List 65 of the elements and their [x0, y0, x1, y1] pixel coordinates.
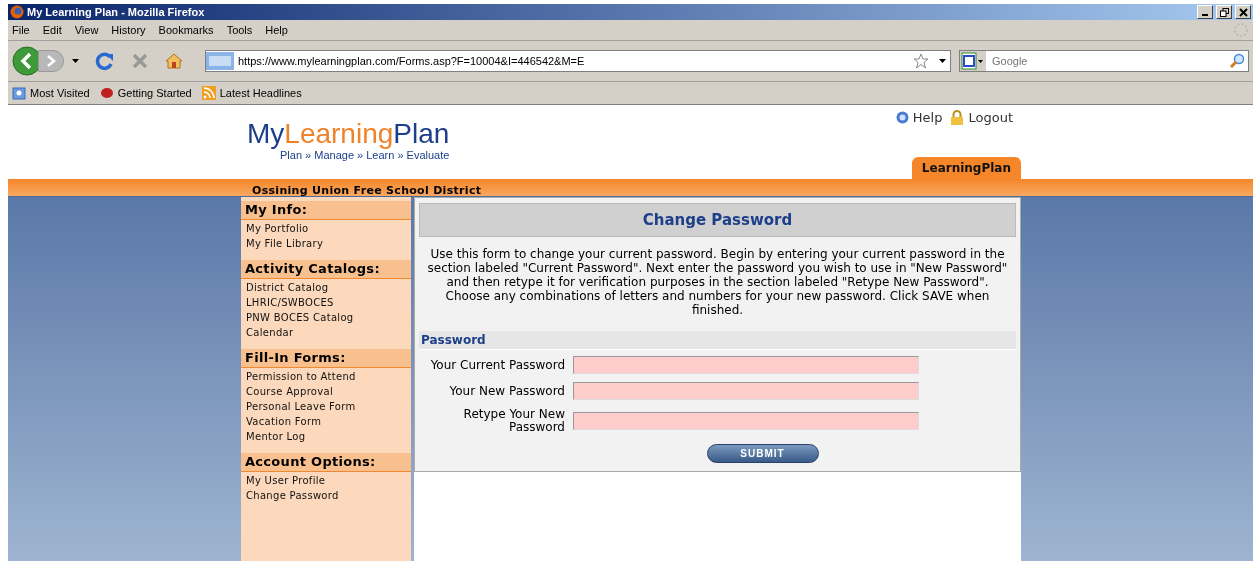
help-icon — [895, 111, 909, 124]
menu-item[interactable]: File — [12, 24, 30, 36]
dropdown-icon[interactable] — [939, 59, 946, 63]
site-tagline: Plan » Manage » Learn » Evaluate — [280, 149, 450, 161]
password-field[interactable] — [573, 382, 919, 400]
site-icon — [206, 52, 234, 70]
form-description: Use this form to change your current password. Begin by entering your current password in the section labeled "Current Password". Next enter the password you wish to use in "New Password" and then retype it for verification purposes in the section labeled "Retype New Password". Choose any combinations of letters and numbers for your new password. Click SAVE when finished. — [426, 247, 1009, 317]
bookmark-item[interactable]: Most Visited — [12, 86, 90, 100]
menu-item[interactable]: Help — [265, 24, 288, 36]
password-field[interactable] — [573, 412, 919, 430]
forward-button[interactable] — [38, 50, 64, 72]
header-link[interactable]: Logout — [950, 110, 1013, 125]
district-name: Ossining Union Free School District — [251, 184, 482, 197]
menu-item[interactable]: Tools — [226, 24, 253, 36]
close-button[interactable] — [1235, 5, 1251, 19]
home-icon[interactable] — [165, 52, 183, 70]
section-heading: Password — [419, 331, 1016, 350]
search-field[interactable]: Google — [959, 50, 1249, 72]
throbber-icon — [1233, 22, 1249, 38]
menu-item[interactable]: View — [74, 24, 99, 36]
sidebar-heading: My Info: — [241, 201, 411, 220]
field-label: Your New Password — [448, 384, 565, 398]
address-field[interactable]: https://www.mylearningplan.com/Forms.asp?F=10004&I=446542&M=E — [205, 50, 951, 72]
sidebar-link[interactable]: Mentor Log — [241, 428, 411, 443]
search-icon[interactable] — [1229, 53, 1245, 69]
sidebar-heading: Activity Catalogs: — [241, 260, 411, 279]
reload-icon[interactable] — [95, 51, 115, 71]
menu-item[interactable]: Edit — [42, 24, 62, 36]
sidebar-link[interactable]: Calendar — [241, 324, 411, 339]
close-icon — [1238, 7, 1248, 17]
field-label: Your Current Password — [429, 358, 565, 372]
sidebar-link[interactable]: Permission to Attend — [241, 368, 411, 383]
dropdown-icon[interactable] — [72, 59, 79, 63]
sidebar-link[interactable]: Personal Leave Form — [241, 398, 411, 413]
header-link[interactable]: Help — [895, 110, 943, 125]
bookmark-item[interactable]: Getting Started — [99, 86, 192, 100]
sidebar-link[interactable]: Vacation Form — [241, 413, 411, 428]
nav-tab[interactable]: LearningPlan — [911, 157, 1021, 179]
bookmark-item[interactable]: Latest Headlines — [201, 86, 302, 100]
menu-item[interactable]: History — [111, 24, 146, 36]
feed-icon — [201, 86, 216, 100]
search-engine-icon[interactable] — [960, 51, 986, 71]
restore-button[interactable] — [1216, 5, 1232, 19]
menu-item[interactable]: Bookmarks — [158, 24, 214, 36]
star-icon[interactable] — [913, 53, 929, 69]
sidebar-heading: Fill-In Forms: — [241, 349, 411, 368]
form-title: Change Password — [419, 203, 1016, 237]
password-field[interactable] — [573, 356, 919, 374]
minimize-button[interactable] — [1197, 5, 1213, 19]
stop-icon[interactable] — [131, 52, 149, 70]
window-title: My Learning Plan - Mozilla Firefox — [27, 6, 205, 18]
field-label: Retype Your New Password — [462, 408, 565, 434]
sidebar-link[interactable]: Course Approval — [241, 383, 411, 398]
sidebar-link[interactable]: My Portfolio — [241, 220, 411, 235]
submit-button[interactable]: SUBMIT — [706, 444, 819, 463]
sidebar-link[interactable]: LHRIC/SWBOCES — [241, 294, 411, 309]
sidebar-link[interactable]: My User Profile — [241, 472, 411, 487]
sidebar-link[interactable]: My File Library — [241, 235, 411, 250]
lock-icon — [950, 110, 965, 125]
site-logo[interactable]: MyLearningPlan — [247, 119, 450, 149]
sidebar-link[interactable]: PNW BOCES Catalog — [241, 309, 411, 324]
sidebar-link[interactable]: District Catalog — [241, 279, 411, 294]
sidebar-heading: Account Options: — [241, 453, 411, 472]
restore-icon — [1219, 7, 1229, 17]
sidebar-link[interactable]: Change Password — [241, 487, 411, 502]
